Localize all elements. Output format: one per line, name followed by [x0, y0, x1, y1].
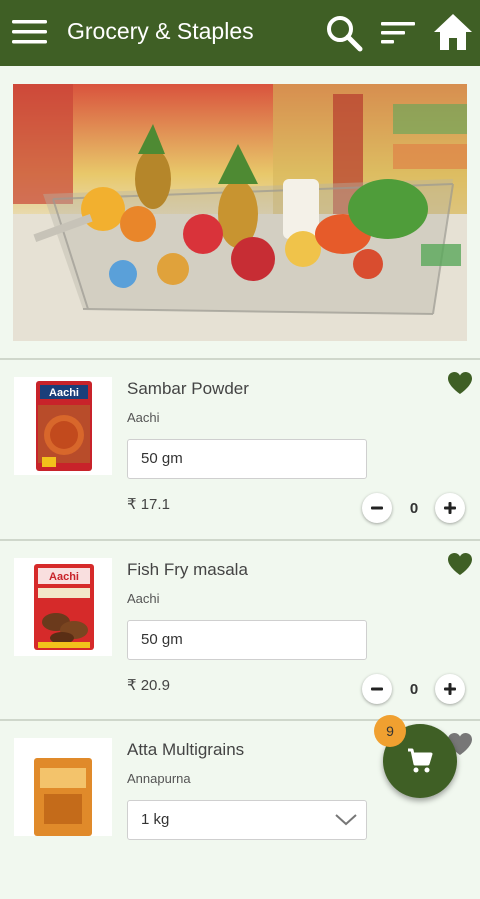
product-name: Fish Fry masala [127, 560, 248, 579]
favorite-heart-icon[interactable] [447, 552, 473, 576]
decrease-quantity-button[interactable] [362, 493, 392, 523]
plus-icon [444, 683, 456, 695]
minus-icon [371, 687, 383, 691]
product-card[interactable]: Aachi Sambar Powder Aachi 50 gm ₹ 17.1 0 [0, 360, 480, 538]
product-image: Aachi [14, 377, 112, 475]
banner-image [13, 84, 467, 341]
quantity-value: 50 gm [141, 450, 183, 467]
menu-icon[interactable] [12, 19, 47, 45]
quantity-select[interactable]: 50 gm [127, 439, 367, 479]
flour-bag-icon [34, 758, 92, 836]
packet-brand-text: Aachi [49, 571, 79, 583]
increase-quantity-button[interactable] [435, 674, 465, 704]
quantity-value: 1 kg [141, 811, 170, 828]
cart-count-badge: 9 [374, 715, 406, 747]
page-title: Grocery & Staples [67, 18, 254, 44]
product-name: Sambar Powder [127, 379, 249, 398]
spice-packet-icon: Aachi [34, 564, 94, 650]
product-brand: Annapurna [127, 771, 191, 786]
decrease-quantity-button[interactable] [362, 674, 392, 704]
packet-brand-text: Aachi [49, 387, 79, 399]
spice-packet-icon: Aachi [36, 381, 92, 471]
product-name: Atta Multigrains [127, 740, 245, 759]
sort-icon[interactable] [378, 15, 418, 51]
grocery-cart-illustration [13, 84, 467, 341]
product-brand: Aachi [127, 410, 160, 425]
plus-icon [444, 502, 456, 514]
product-price: ₹ 17.1 [127, 496, 170, 513]
app-bar: Grocery & Staples [0, 0, 480, 66]
increase-quantity-button[interactable] [435, 493, 465, 523]
minus-icon [371, 506, 383, 510]
chevron-down-icon [335, 814, 357, 826]
cart-icon [408, 748, 433, 773]
quantity-select[interactable]: 50 gm [127, 620, 367, 660]
search-icon[interactable] [324, 13, 364, 53]
product-price: ₹ 20.9 [127, 677, 170, 694]
product-image: Aachi [14, 558, 112, 656]
product-brand: Aachi [127, 591, 160, 606]
home-icon[interactable] [432, 12, 474, 52]
item-count: 0 [409, 681, 419, 698]
item-count: 0 [409, 500, 419, 517]
quantity-value: 50 gm [141, 631, 183, 648]
product-card[interactable]: Aachi Fish Fry masala Aachi 50 gm ₹ 20.9… [0, 541, 480, 719]
favorite-heart-icon[interactable] [447, 371, 473, 395]
quantity-select[interactable]: 1 kg [127, 800, 367, 840]
product-image [14, 738, 112, 836]
